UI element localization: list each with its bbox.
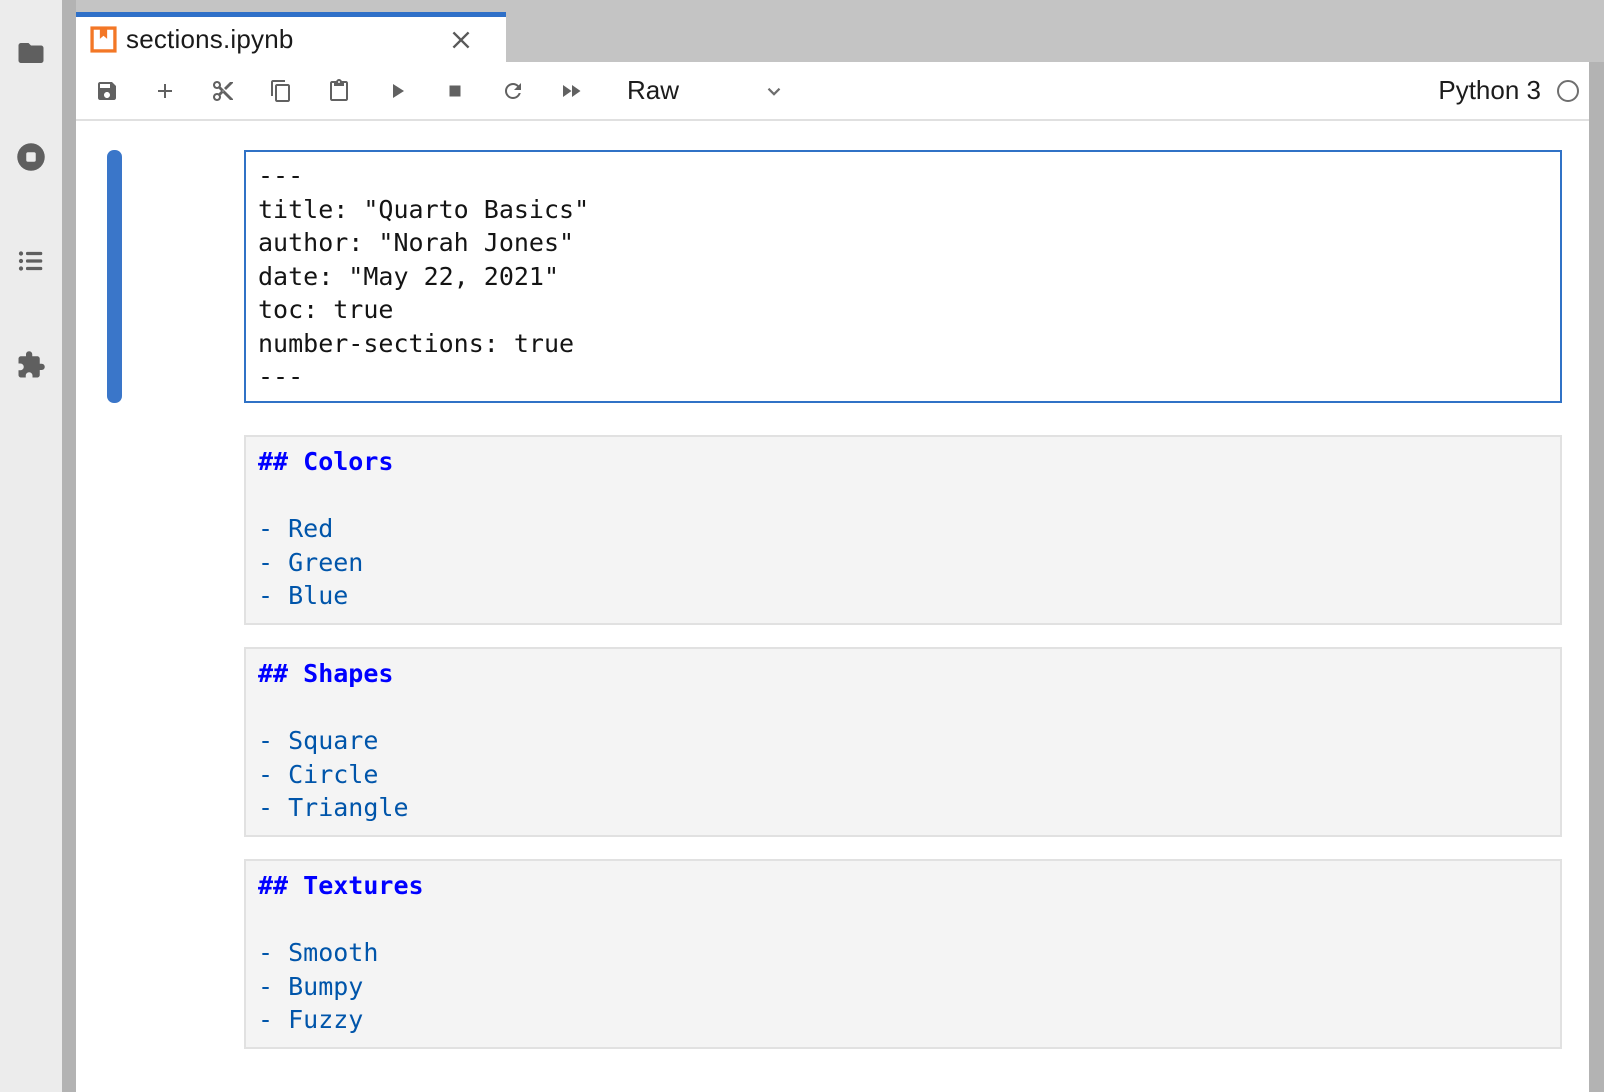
- blank-line: [258, 479, 1550, 513]
- markdown-cell-textures[interactable]: ## Textures - Smooth - Bumpy - Fuzzy: [244, 859, 1562, 1049]
- markdown-heading: ## Textures: [258, 869, 1550, 903]
- run-icon[interactable]: [385, 79, 409, 103]
- code-line: date: "May 22, 2021": [258, 260, 1550, 294]
- markdown-cell-shapes[interactable]: ## Shapes - Square - Circle - Triangle: [244, 647, 1562, 837]
- notebook-file-icon: [90, 26, 117, 53]
- add-cell-icon[interactable]: [153, 79, 177, 103]
- run-all-icon[interactable]: [559, 79, 583, 103]
- tab-bar: sections.ipynb: [76, 0, 1604, 62]
- cut-icon[interactable]: [211, 79, 235, 103]
- tab-sections-ipynb[interactable]: sections.ipynb: [76, 12, 506, 62]
- sidebar-divider[interactable]: [62, 0, 76, 1092]
- active-cell-collapser[interactable]: [107, 150, 122, 403]
- markdown-list-item: - Fuzzy: [258, 1003, 1550, 1037]
- markdown-heading: ## Colors: [258, 445, 1550, 479]
- markdown-list-item: - Square: [258, 724, 1550, 758]
- blank-line: [258, 903, 1550, 937]
- kernel-idle-circle-icon: [1557, 80, 1579, 102]
- cell-type-selected-value: Raw: [627, 75, 679, 106]
- kernel-name: Python 3: [1438, 75, 1541, 106]
- chevron-down-icon: [763, 80, 785, 102]
- notebook-area: --- title: "Quarto Basics" author: "Nora…: [76, 121, 1589, 1092]
- code-line: title: "Quarto Basics": [258, 193, 1550, 227]
- raw-cell-yaml[interactable]: --- title: "Quarto Basics" author: "Nora…: [244, 150, 1562, 403]
- code-line: toc: true: [258, 293, 1550, 327]
- table-of-contents-icon[interactable]: [16, 246, 46, 276]
- restart-kernel-icon[interactable]: [501, 79, 525, 103]
- file-browser-icon[interactable]: [16, 38, 46, 68]
- markdown-list-item: - Green: [258, 546, 1550, 580]
- paste-icon[interactable]: [327, 79, 351, 103]
- markdown-list-item: - Blue: [258, 579, 1550, 613]
- markdown-list-item: - Triangle: [258, 791, 1550, 825]
- notebook-toolbar: Raw Python 3: [76, 62, 1589, 121]
- kernel-indicator[interactable]: Python 3: [1438, 75, 1579, 106]
- markdown-cell-colors[interactable]: ## Colors - Red - Green - Blue: [244, 435, 1562, 625]
- close-tab-icon[interactable]: [448, 27, 474, 53]
- markdown-heading: ## Shapes: [258, 657, 1550, 691]
- code-line: ---: [258, 159, 1550, 193]
- code-line: author: "Norah Jones": [258, 226, 1550, 260]
- code-line: number-sections: true: [258, 327, 1550, 361]
- extensions-icon[interactable]: [16, 350, 46, 380]
- blank-line: [258, 691, 1550, 725]
- markdown-list-item: - Bumpy: [258, 970, 1550, 1004]
- cell-type-dropdown[interactable]: Raw: [627, 75, 785, 106]
- code-line: ---: [258, 360, 1550, 394]
- activity-sidebar: [0, 0, 62, 1092]
- copy-icon[interactable]: [269, 79, 293, 103]
- running-kernels-icon[interactable]: [16, 142, 46, 172]
- tab-title: sections.ipynb: [126, 24, 294, 55]
- window-edge-strip: [1589, 62, 1604, 1092]
- markdown-list-item: - Smooth: [258, 936, 1550, 970]
- save-icon[interactable]: [95, 79, 119, 103]
- main-dock-panel: sections.ipynb: [76, 0, 1604, 1092]
- markdown-list-item: - Red: [258, 512, 1550, 546]
- jupyterlab-window: sections.ipynb: [0, 0, 1604, 1092]
- stop-icon[interactable]: [443, 79, 467, 103]
- markdown-list-item: - Circle: [258, 758, 1550, 792]
